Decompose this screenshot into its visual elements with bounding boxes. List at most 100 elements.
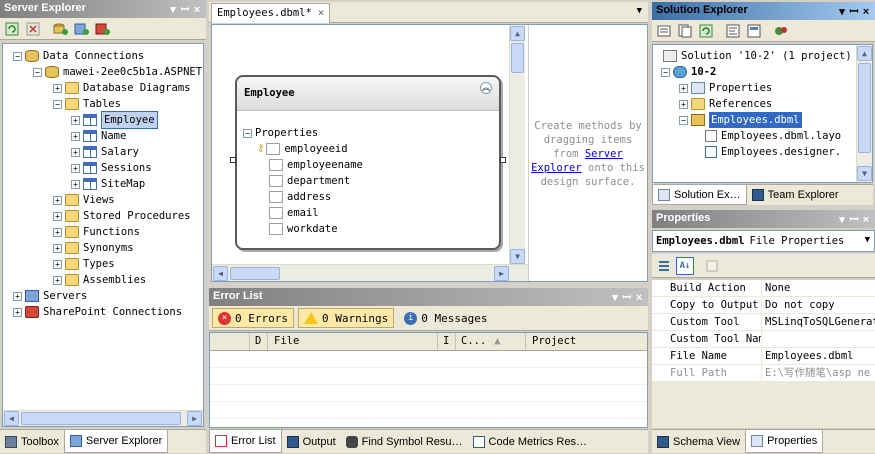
messages-filter-button[interactable]: i 0 Messages bbox=[398, 308, 493, 328]
tree-node-properties[interactable]: + Properties bbox=[653, 80, 872, 96]
scroll-thumb[interactable] bbox=[21, 412, 181, 425]
scroll-left-button[interactable]: ◀ bbox=[4, 411, 19, 426]
resize-handle-right[interactable] bbox=[500, 157, 506, 163]
expand-icon[interactable]: + bbox=[679, 99, 688, 109]
close-icon[interactable]: × bbox=[633, 292, 645, 304]
column-header[interactable]: I bbox=[438, 333, 456, 350]
tree-node-synonyms[interactable]: + Synonyms bbox=[3, 240, 203, 256]
scroll-right-button[interactable]: ▶ bbox=[494, 266, 509, 281]
scroll-down-button[interactable]: ▼ bbox=[510, 249, 525, 264]
property-pages-button[interactable] bbox=[703, 257, 721, 275]
view-code-button[interactable] bbox=[724, 22, 742, 40]
scroll-up-button[interactable]: ▲ bbox=[510, 26, 525, 41]
connect-database-button[interactable] bbox=[51, 20, 69, 38]
tab-team-explorer[interactable]: Team Explorer bbox=[747, 185, 844, 205]
pin-icon[interactable]: ꟷ bbox=[621, 290, 633, 305]
tree-node-solution[interactable]: Solution '10-2' (1 project) bbox=[653, 48, 872, 64]
column-header[interactable]: D bbox=[250, 333, 268, 350]
tree-node-sharepoint[interactable]: + SharePoint Connections bbox=[3, 304, 203, 320]
entity-properties-section[interactable]: − Properties bbox=[237, 125, 499, 141]
column-header[interactable]: Project bbox=[526, 333, 647, 350]
show-properties-button[interactable] bbox=[655, 22, 673, 40]
scroll-up-button[interactable]: ▲ bbox=[857, 46, 872, 61]
entity-header[interactable]: Employee ︽ bbox=[237, 77, 499, 111]
expand-icon[interactable]: + bbox=[13, 307, 22, 317]
entity-property[interactable]: email bbox=[237, 205, 499, 221]
tree-node-servers[interactable]: + Servers bbox=[3, 288, 203, 304]
tab-code-metrics[interactable]: Code Metrics Res… bbox=[468, 430, 592, 453]
collapse-entity-icon[interactable]: ︽ bbox=[480, 82, 492, 94]
close-icon[interactable]: × bbox=[860, 6, 872, 18]
categorized-button[interactable] bbox=[655, 257, 673, 275]
errors-filter-button[interactable]: × 0 Errors bbox=[212, 308, 294, 328]
expand-icon[interactable]: + bbox=[53, 275, 62, 285]
expand-icon[interactable]: + bbox=[71, 131, 80, 141]
tree-node-employees-dbml[interactable]: − Employees.dbml bbox=[653, 112, 872, 128]
tree-node-table-sessions[interactable]: + Sessions bbox=[3, 160, 203, 176]
expand-icon[interactable]: + bbox=[71, 179, 80, 189]
refresh-button[interactable] bbox=[697, 22, 715, 40]
dropdown-icon[interactable]: ▾ bbox=[836, 5, 848, 18]
tab-server-explorer[interactable]: Server Explorer bbox=[63, 430, 169, 453]
pin-icon[interactable]: ꟷ bbox=[848, 212, 860, 227]
expand-icon[interactable]: + bbox=[53, 83, 62, 93]
tab-properties[interactable]: Properties bbox=[745, 430, 824, 453]
entity-property[interactable]: ⚷ employeeid bbox=[237, 141, 499, 157]
tree-node-table-salary[interactable]: + Salary bbox=[3, 144, 203, 160]
scroll-right-button[interactable]: ▶ bbox=[187, 411, 202, 426]
tab-schema-view[interactable]: Schema View bbox=[652, 430, 745, 453]
dropdown-arrow-icon[interactable]: ▼ bbox=[865, 235, 870, 245]
server-explorer-link[interactable]: Explorer bbox=[531, 162, 582, 174]
tree-node-dbml-layout[interactable]: Employees.dbml.layo bbox=[653, 128, 872, 144]
tree-node-views[interactable]: + Views bbox=[3, 192, 203, 208]
view-designer-button[interactable] bbox=[745, 22, 763, 40]
scroll-thumb[interactable] bbox=[858, 63, 871, 153]
stop-refresh-button[interactable] bbox=[24, 20, 42, 38]
property-row[interactable]: Copy to Output Do not copy bbox=[652, 297, 875, 314]
horizontal-scrollbar[interactable]: ◀ ▶ bbox=[3, 410, 203, 426]
expand-icon[interactable]: + bbox=[53, 259, 62, 269]
tree-node-types[interactable]: + Types bbox=[3, 256, 203, 272]
expand-icon[interactable]: + bbox=[71, 163, 80, 173]
scroll-left-button[interactable]: ◀ bbox=[213, 266, 228, 281]
resize-handle-left[interactable] bbox=[230, 157, 236, 163]
entity-property[interactable]: employeename bbox=[237, 157, 499, 173]
connect-server-button[interactable] bbox=[72, 20, 90, 38]
tree-node-database-diagrams[interactable]: + Database Diagrams bbox=[3, 80, 203, 96]
property-row[interactable]: Custom Tool MSLinqToSQLGenerat bbox=[652, 314, 875, 331]
dropdown-icon[interactable]: ▾ bbox=[836, 213, 848, 226]
expand-icon[interactable]: + bbox=[53, 227, 62, 237]
tab-employees-dbml[interactable]: Employees.dbml* × bbox=[211, 3, 331, 23]
tab-toolbox[interactable]: Toolbox bbox=[0, 430, 64, 453]
scroll-thumb[interactable] bbox=[230, 267, 280, 280]
server-explorer-link[interactable]: Server bbox=[585, 148, 623, 160]
tree-node-data-connections[interactable]: − Data Connections bbox=[3, 48, 203, 64]
tab-solution-explorer[interactable]: Solution Ex… bbox=[652, 185, 747, 205]
pin-icon[interactable]: ꟷ bbox=[848, 4, 860, 19]
alphabetical-button[interactable]: A↓ bbox=[676, 256, 694, 275]
collapse-icon[interactable]: − bbox=[53, 99, 62, 109]
property-row[interactable]: Build Action None bbox=[652, 280, 875, 297]
tree-node-references[interactable]: + References bbox=[653, 96, 872, 112]
tab-dropdown-icon[interactable]: ▼ bbox=[637, 6, 642, 16]
scroll-thumb[interactable] bbox=[511, 43, 524, 73]
horizontal-scrollbar[interactable]: ◀ ▶ bbox=[212, 264, 528, 281]
dropdown-icon[interactable]: ▾ bbox=[167, 3, 179, 16]
tab-error-list[interactable]: Error List bbox=[209, 430, 282, 453]
expand-icon[interactable]: + bbox=[13, 291, 22, 301]
expand-icon[interactable]: + bbox=[71, 115, 80, 125]
expand-icon[interactable]: + bbox=[53, 195, 62, 205]
design-surface[interactable]: Create methods by dragging items from Se… bbox=[211, 24, 648, 282]
entity-employee[interactable]: Employee ︽ − Properties ⚷ employeeid emp… bbox=[235, 75, 501, 250]
property-row[interactable]: Full Path E:\写作随笔\asp ne bbox=[652, 365, 875, 382]
tree-node-assemblies[interactable]: + Assemblies bbox=[3, 272, 203, 288]
close-icon[interactable]: × bbox=[191, 4, 203, 16]
column-header[interactable]: C... ▲ bbox=[456, 333, 526, 350]
column-header[interactable]: File bbox=[268, 333, 438, 350]
object-selector[interactable]: Employees.dbml File Properties ▼ bbox=[652, 230, 875, 252]
expand-icon[interactable]: + bbox=[71, 147, 80, 157]
collapse-icon[interactable]: − bbox=[243, 128, 252, 138]
expand-icon[interactable]: + bbox=[53, 243, 62, 253]
pin-icon[interactable]: ꟷ bbox=[179, 2, 191, 17]
warnings-filter-button[interactable]: 0 Warnings bbox=[297, 308, 395, 328]
